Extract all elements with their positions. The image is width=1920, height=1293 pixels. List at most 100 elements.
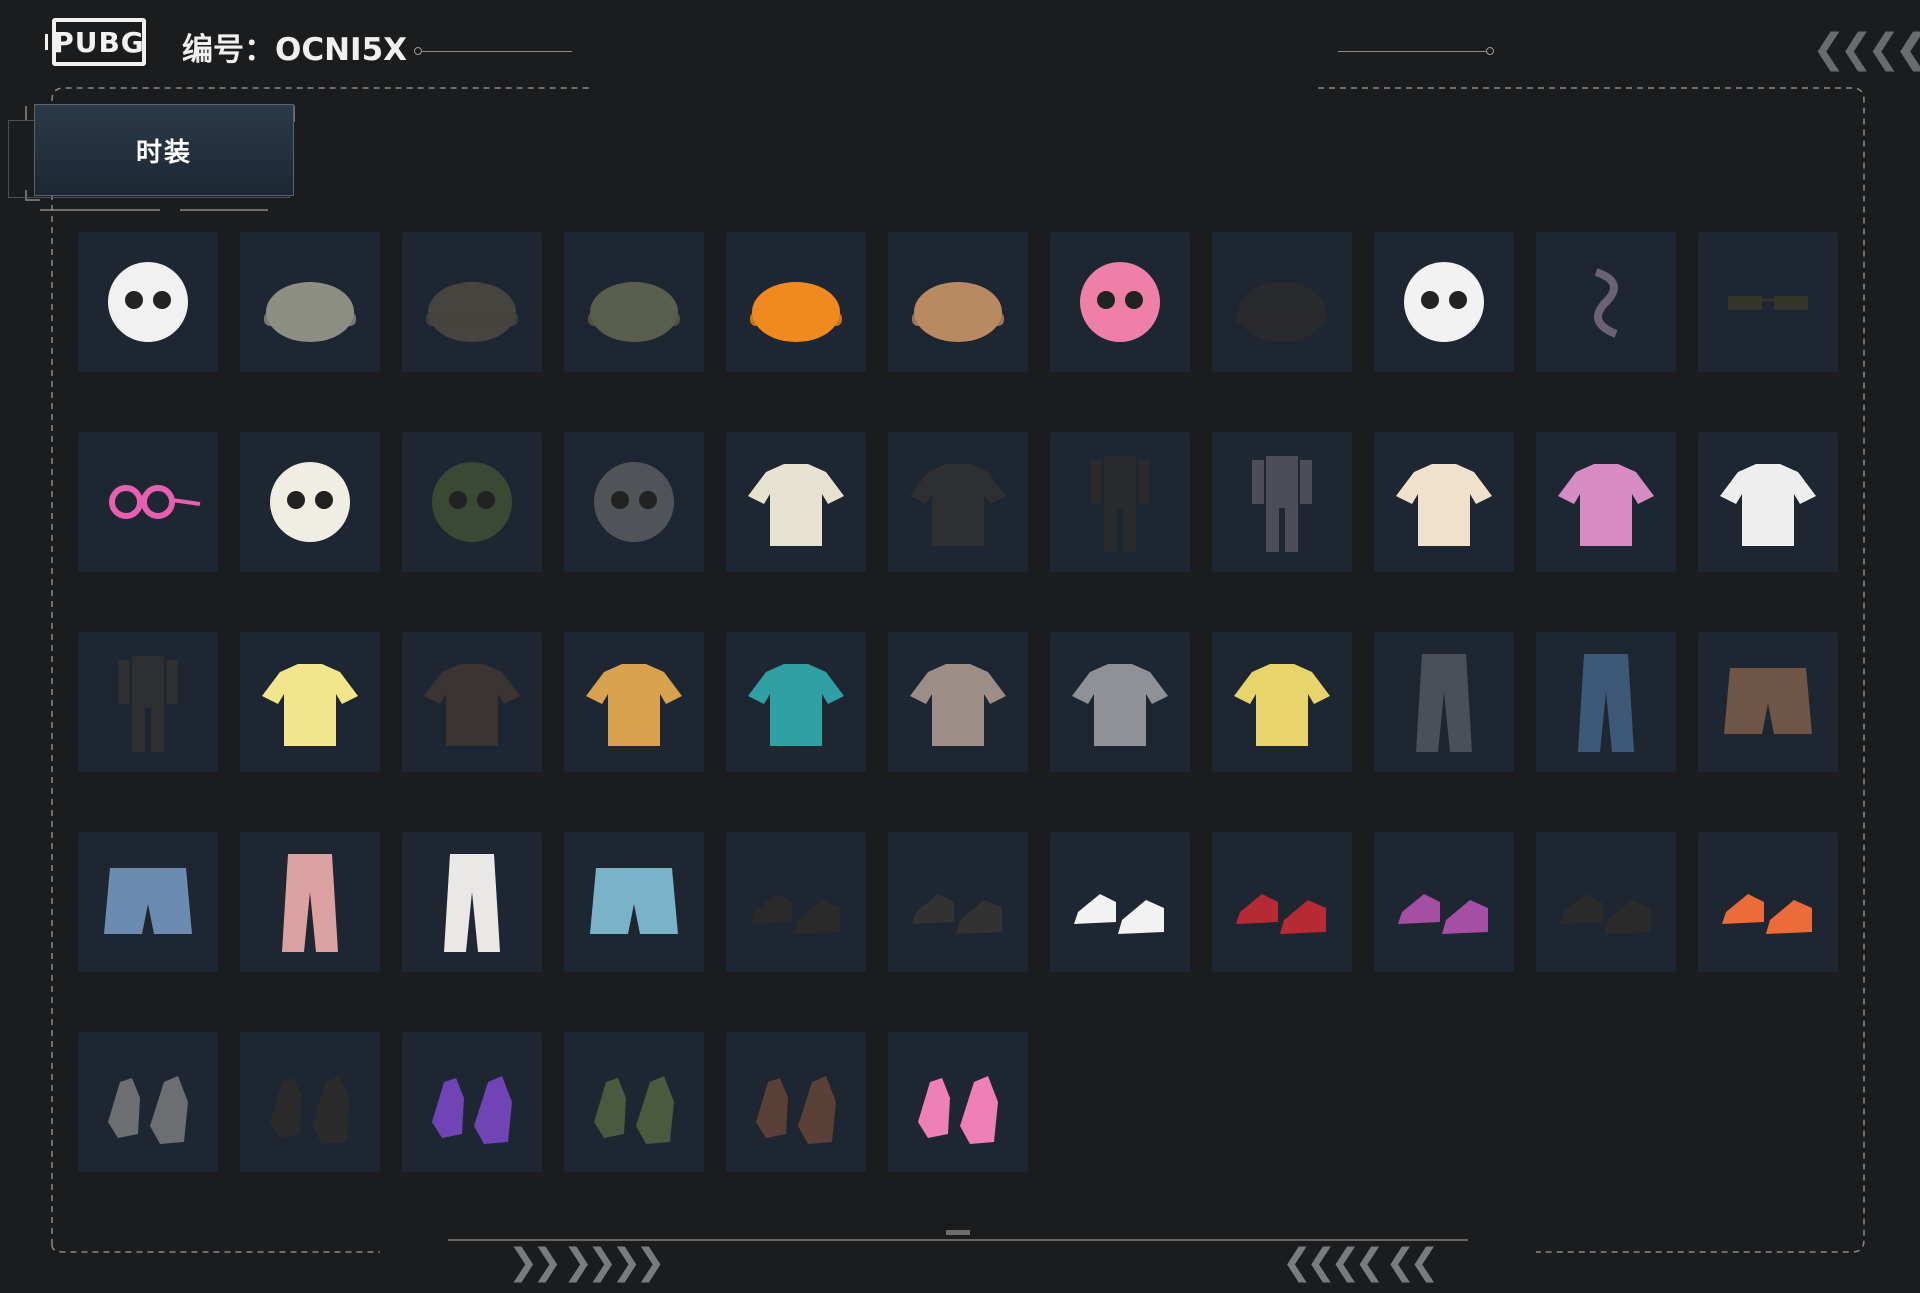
- item-leather-shorts[interactable]: [1698, 632, 1838, 772]
- item-orange-sneakers[interactable]: [1698, 832, 1838, 972]
- item-denim-shorts[interactable]: [564, 832, 704, 972]
- pink-glasses-icon: [109, 485, 201, 519]
- item-yellow-sweater[interactable]: [1212, 632, 1352, 772]
- pink-jacket-icon: [1558, 464, 1654, 546]
- item-blue-jeans[interactable]: [1536, 632, 1676, 772]
- item-tactical-gloves[interactable]: [564, 1032, 704, 1172]
- mask-strap-icon: [1594, 268, 1618, 338]
- item-neck-pillow[interactable]: [240, 432, 380, 572]
- account-id: 编号：OCNI5X: [182, 32, 408, 68]
- arm-guards-icon: [108, 1076, 188, 1144]
- tab-fashion-label: 时装: [135, 137, 192, 168]
- item-mask-strap[interactable]: [1536, 232, 1676, 372]
- black-boots-icon: [750, 894, 840, 934]
- item-pink-pants[interactable]: [240, 832, 380, 972]
- black-outfit-icon: [1090, 456, 1150, 552]
- cargo-pants-icon: [1416, 654, 1472, 752]
- item-camo-cap[interactable]: [402, 232, 542, 372]
- red-socks-shoes-icon: [1236, 894, 1326, 934]
- item-chicken-mask[interactable]: [1374, 232, 1514, 372]
- item-headset-cap[interactable]: [564, 232, 704, 372]
- bucket-hat-icon: [912, 282, 1004, 342]
- item-teal-jacket[interactable]: [726, 632, 866, 772]
- purple-sneakers-icon: [1398, 894, 1488, 934]
- chevrons-bottom-right-icon: ❮❮❮❮ ❮❮: [1282, 1242, 1440, 1283]
- item-donut-mask[interactable]: [1050, 232, 1190, 372]
- item-knit-boots[interactable]: [888, 832, 1028, 972]
- item-red-socks-shoes[interactable]: [1212, 832, 1352, 972]
- dog-hoodie-icon: [586, 664, 682, 746]
- crop-top-icon: [1396, 464, 1492, 546]
- sunglasses-icon: [1728, 296, 1808, 310]
- baseball-outfit-icon: [1252, 456, 1312, 552]
- item-apron-shirt[interactable]: [888, 632, 1028, 772]
- item-arm-guards[interactable]: [78, 1032, 218, 1172]
- yellow-tee-icon: [262, 664, 358, 746]
- neck-pillow-icon: [270, 462, 350, 542]
- yellow-sweater-icon: [1234, 664, 1330, 746]
- item-sunglasses[interactable]: [1698, 232, 1838, 372]
- item-pink-glasses[interactable]: [78, 432, 218, 572]
- item-purple-sneakers[interactable]: [1374, 832, 1514, 972]
- item-dog-hoodie[interactable]: [564, 632, 704, 772]
- deco-dot-right: [1486, 47, 1494, 55]
- item-skull-mask[interactable]: [78, 232, 218, 372]
- purple-gloves-icon: [432, 1076, 512, 1144]
- item-crop-top[interactable]: [1374, 432, 1514, 572]
- item-baseball-outfit[interactable]: [1212, 432, 1352, 572]
- chevrons-bottom-left-icon: ❯❯ ❯❯❯❯: [508, 1242, 666, 1283]
- item-bunny-helmet[interactable]: [240, 232, 380, 372]
- moto-jacket-icon: [1072, 664, 1168, 746]
- leather-coat-icon: [424, 664, 520, 746]
- bandana-icon: [432, 462, 512, 542]
- item-tshirt[interactable]: [726, 432, 866, 572]
- item-pink-gloves[interactable]: [888, 1032, 1028, 1172]
- item-yellow-tee[interactable]: [240, 632, 380, 772]
- white-joggers-icon: [444, 854, 500, 952]
- logo-text: PUBG: [53, 25, 145, 59]
- item-white-joggers[interactable]: [402, 832, 542, 972]
- skull-mask-icon: [108, 262, 188, 342]
- item-bucket-hat[interactable]: [888, 232, 1028, 372]
- pink-gloves-icon: [918, 1076, 998, 1144]
- knit-boots-icon: [912, 894, 1002, 934]
- donut-mask-icon: [1080, 262, 1160, 342]
- pubg-logo: PUBG: [45, 18, 146, 66]
- item-black-cap[interactable]: [1212, 232, 1352, 372]
- orange-beanie-icon: [750, 282, 842, 342]
- item-black-vest[interactable]: [888, 432, 1028, 572]
- tab-fashion[interactable]: 时装: [34, 104, 294, 196]
- item-face-mask[interactable]: [564, 432, 704, 572]
- item-black-suit[interactable]: [78, 632, 218, 772]
- bunny-helmet-icon: [264, 282, 356, 342]
- black-cap-icon: [1236, 282, 1328, 342]
- item-purple-gloves[interactable]: [402, 1032, 542, 1172]
- teal-jacket-icon: [748, 664, 844, 746]
- fingerless-gloves-icon: [756, 1076, 836, 1144]
- item-bandana[interactable]: [402, 432, 542, 572]
- deco-line-right: [1338, 51, 1488, 52]
- pink-pants-icon: [282, 854, 338, 952]
- item-white-sneakers[interactable]: [1050, 832, 1190, 972]
- item-fingerless-gloves[interactable]: [726, 1032, 866, 1172]
- white-sneakers-icon: [1074, 894, 1164, 934]
- deco-line-left: [422, 51, 572, 52]
- camo-cap-icon: [426, 282, 518, 342]
- item-black-boots[interactable]: [726, 832, 866, 972]
- item-moto-jacket[interactable]: [1050, 632, 1190, 772]
- chevron-edge-icon: ❮: [1896, 26, 1920, 72]
- item-snowman-suit[interactable]: [1698, 432, 1838, 572]
- apron-shorts-icon: [104, 868, 192, 934]
- item-leather-coat[interactable]: [402, 632, 542, 772]
- item-black-slides[interactable]: [1536, 832, 1676, 972]
- item-black-outfit[interactable]: [1050, 432, 1190, 572]
- item-orange-beanie[interactable]: [726, 232, 866, 372]
- black-suit-icon: [118, 656, 178, 752]
- item-apron-shorts[interactable]: [78, 832, 218, 972]
- tshirt-icon: [748, 464, 844, 546]
- item-cargo-pants[interactable]: [1374, 632, 1514, 772]
- face-mask-icon: [594, 462, 674, 542]
- apron-shirt-icon: [910, 664, 1006, 746]
- item-pink-jacket[interactable]: [1536, 432, 1676, 572]
- item-black-gloves[interactable]: [240, 1032, 380, 1172]
